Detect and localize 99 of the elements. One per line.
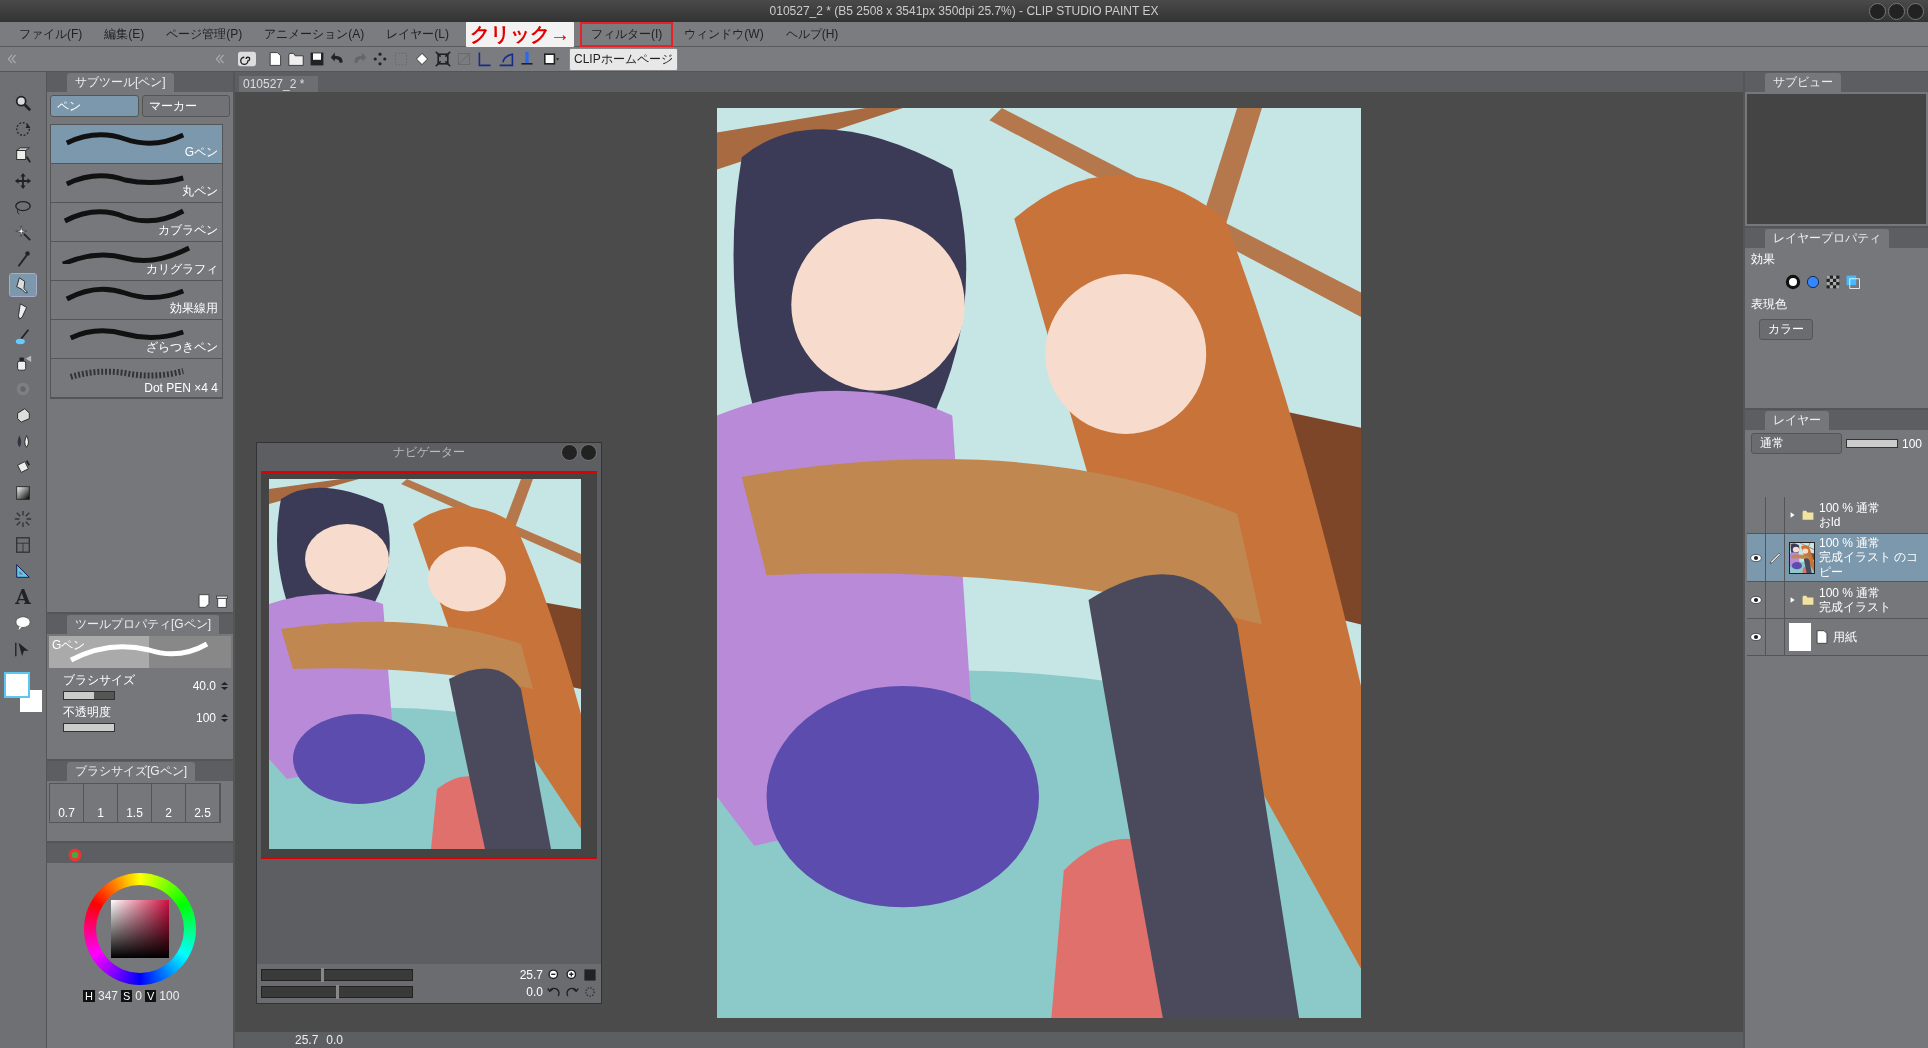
menu-item[interactable]: レイヤー(L) bbox=[375, 21, 460, 47]
hue-value: 347 bbox=[97, 989, 118, 1003]
minimize-button[interactable] bbox=[561, 444, 578, 461]
expand-arrow-icon[interactable] bbox=[1789, 510, 1797, 520]
property-label: ブラシサイズ bbox=[63, 672, 136, 689]
property-value[interactable]: 40.0 bbox=[192, 679, 216, 693]
circle-icon[interactable] bbox=[1785, 274, 1801, 290]
spin-arrows-icon[interactable] bbox=[220, 679, 229, 693]
effect-label: 効果 bbox=[1751, 251, 1775, 268]
layer-name: 完成イラスト bbox=[1819, 600, 1891, 615]
property-slider[interactable] bbox=[63, 723, 115, 732]
expression-color-label: 表現色 bbox=[1751, 296, 1787, 313]
property-label: 不透明度 bbox=[63, 704, 112, 721]
layer-name: 完成イラスト のコピー bbox=[1819, 550, 1920, 580]
zoom-value[interactable]: 25.7 bbox=[509, 968, 543, 982]
color-wheel-tab-icon[interactable] bbox=[67, 847, 83, 863]
layer-name: 用紙 bbox=[1833, 629, 1857, 645]
panel-tab[interactable]: ツールプロパティ[Gペン] bbox=[67, 615, 219, 634]
panel-tab[interactable]: レイヤー bbox=[1765, 411, 1829, 430]
subtool-group-tab[interactable]: ペン bbox=[50, 95, 139, 117]
ruler-icon[interactable] bbox=[477, 51, 493, 67]
pin-icon[interactable] bbox=[519, 51, 535, 67]
saturation-label: S bbox=[121, 990, 133, 1002]
paper-thumbnail bbox=[1789, 623, 1811, 652]
transform-icon[interactable] bbox=[435, 51, 451, 67]
value-label: V bbox=[145, 990, 157, 1002]
annotation-text: クリック→ bbox=[466, 20, 574, 48]
brush-preview: Gペン bbox=[49, 636, 231, 668]
layer-name: おld bbox=[1819, 515, 1842, 530]
brush-size-preset[interactable]: 0.7 bbox=[50, 784, 84, 822]
opacity-slider[interactable] bbox=[1845, 439, 1898, 448]
zoom-slider[interactable] bbox=[261, 969, 413, 981]
minimize-button[interactable] bbox=[1869, 3, 1886, 20]
color-swatches[interactable] bbox=[4, 672, 42, 712]
rotation-value[interactable]: 0.0 bbox=[326, 1033, 344, 1047]
zoom-out-icon[interactable] bbox=[547, 968, 561, 982]
layer-info: 100 % 通常 bbox=[1819, 536, 1882, 551]
close-button[interactable] bbox=[1907, 3, 1924, 20]
layer-info: 100 % 通常 bbox=[1819, 585, 1882, 601]
opacity-value[interactable]: 100 bbox=[1901, 436, 1922, 451]
zoom-in-icon[interactable] bbox=[565, 968, 579, 982]
menu-item[interactable]: フィルター(I) bbox=[580, 21, 674, 47]
dots-icon[interactable] bbox=[372, 51, 388, 67]
layer-row[interactable]: 用紙 bbox=[1747, 619, 1928, 657]
panel-tab[interactable]: レイヤープロパティ bbox=[1765, 229, 1889, 248]
expression-color-dropdown[interactable]: カラー bbox=[1759, 319, 1813, 340]
eye-icon[interactable] bbox=[1749, 551, 1763, 564]
menu-item[interactable]: ウィンドウ(W) bbox=[673, 21, 775, 47]
menu-item[interactable]: ファイル(F) bbox=[8, 21, 94, 47]
panel-tab[interactable]: サブツール[ペン] bbox=[67, 73, 174, 92]
panel-tab[interactable]: サブビュー bbox=[1765, 73, 1841, 92]
spin-arrows-icon[interactable] bbox=[220, 711, 229, 725]
eye-icon[interactable] bbox=[1749, 594, 1763, 607]
navigator-title: ナビゲーター bbox=[393, 443, 465, 461]
value-value: 100 bbox=[159, 989, 180, 1003]
menu-item[interactable]: アニメーション(A) bbox=[253, 21, 376, 47]
brush-size-preset[interactable]: 1.5 bbox=[118, 784, 152, 822]
close-button[interactable] bbox=[580, 444, 597, 461]
panel-tab[interactable]: ブラシサイズ[Gペン] bbox=[67, 762, 195, 781]
saturation-value: 0 bbox=[135, 989, 142, 1003]
rotation-value[interactable]: 0.0 bbox=[509, 985, 543, 999]
folder-icon bbox=[1801, 509, 1815, 521]
property-slider[interactable] bbox=[63, 691, 115, 700]
corner-icon[interactable] bbox=[498, 51, 514, 67]
document-tab[interactable]: 010527_2 * bbox=[239, 76, 319, 92]
trash-icon[interactable] bbox=[215, 594, 229, 608]
page-icon bbox=[1815, 629, 1829, 646]
pen-icon[interactable] bbox=[1769, 551, 1781, 564]
brush-size-preset[interactable]: 2.5 bbox=[186, 784, 220, 822]
checker-icon[interactable] bbox=[1825, 274, 1841, 290]
eye-icon[interactable] bbox=[1749, 631, 1763, 644]
new-file-icon[interactable] bbox=[267, 51, 283, 67]
subtool-group-tab[interactable]: マーカー bbox=[141, 95, 230, 117]
window-title: 010527_2 * (B5 2508 x 3541px 350dpi 25.7%) - CLIP STUDIO PAINT EX bbox=[769, 4, 1159, 18]
brush-size-preset[interactable]: 2 bbox=[152, 784, 186, 822]
home-page-button[interactable]: CLIPホームページ bbox=[569, 47, 678, 71]
folder-icon bbox=[1801, 594, 1815, 607]
zoom-value[interactable]: 25.7 bbox=[295, 1033, 319, 1047]
saturation-square[interactable] bbox=[111, 900, 169, 958]
menu-item[interactable]: ヘルプ(H) bbox=[774, 21, 850, 47]
folder-icon[interactable] bbox=[288, 51, 304, 67]
menu-item[interactable]: ページ管理(P) bbox=[155, 21, 254, 47]
maximize-button[interactable] bbox=[1888, 3, 1905, 20]
new-page-icon[interactable] bbox=[197, 594, 211, 608]
rotation-slider[interactable] bbox=[261, 986, 413, 998]
brush-item[interactable]: Gペン bbox=[51, 125, 222, 164]
menu-item[interactable]: 編集(E) bbox=[93, 21, 156, 47]
brush-size-preset[interactable]: 1 bbox=[84, 784, 118, 822]
brush-stroke-icon bbox=[61, 244, 191, 264]
layer-row[interactable]: 100 % 通常 完成イラスト bbox=[1747, 582, 1928, 620]
property-value[interactable]: 100 bbox=[195, 711, 216, 725]
hue-label: H bbox=[83, 990, 95, 1002]
save-icon[interactable] bbox=[309, 51, 325, 67]
layer-row[interactable]: 100 % 通常 完成イラスト のコピー bbox=[1747, 534, 1928, 583]
layer-info: 100 % 通常 bbox=[1819, 500, 1881, 515]
text-tool[interactable]: A bbox=[10, 586, 36, 608]
layered-squares-icon[interactable] bbox=[1845, 274, 1861, 290]
blend-mode-dropdown[interactable]: 通常 bbox=[1751, 433, 1842, 454]
brush-item[interactable]: カリグラフィ bbox=[51, 242, 222, 281]
